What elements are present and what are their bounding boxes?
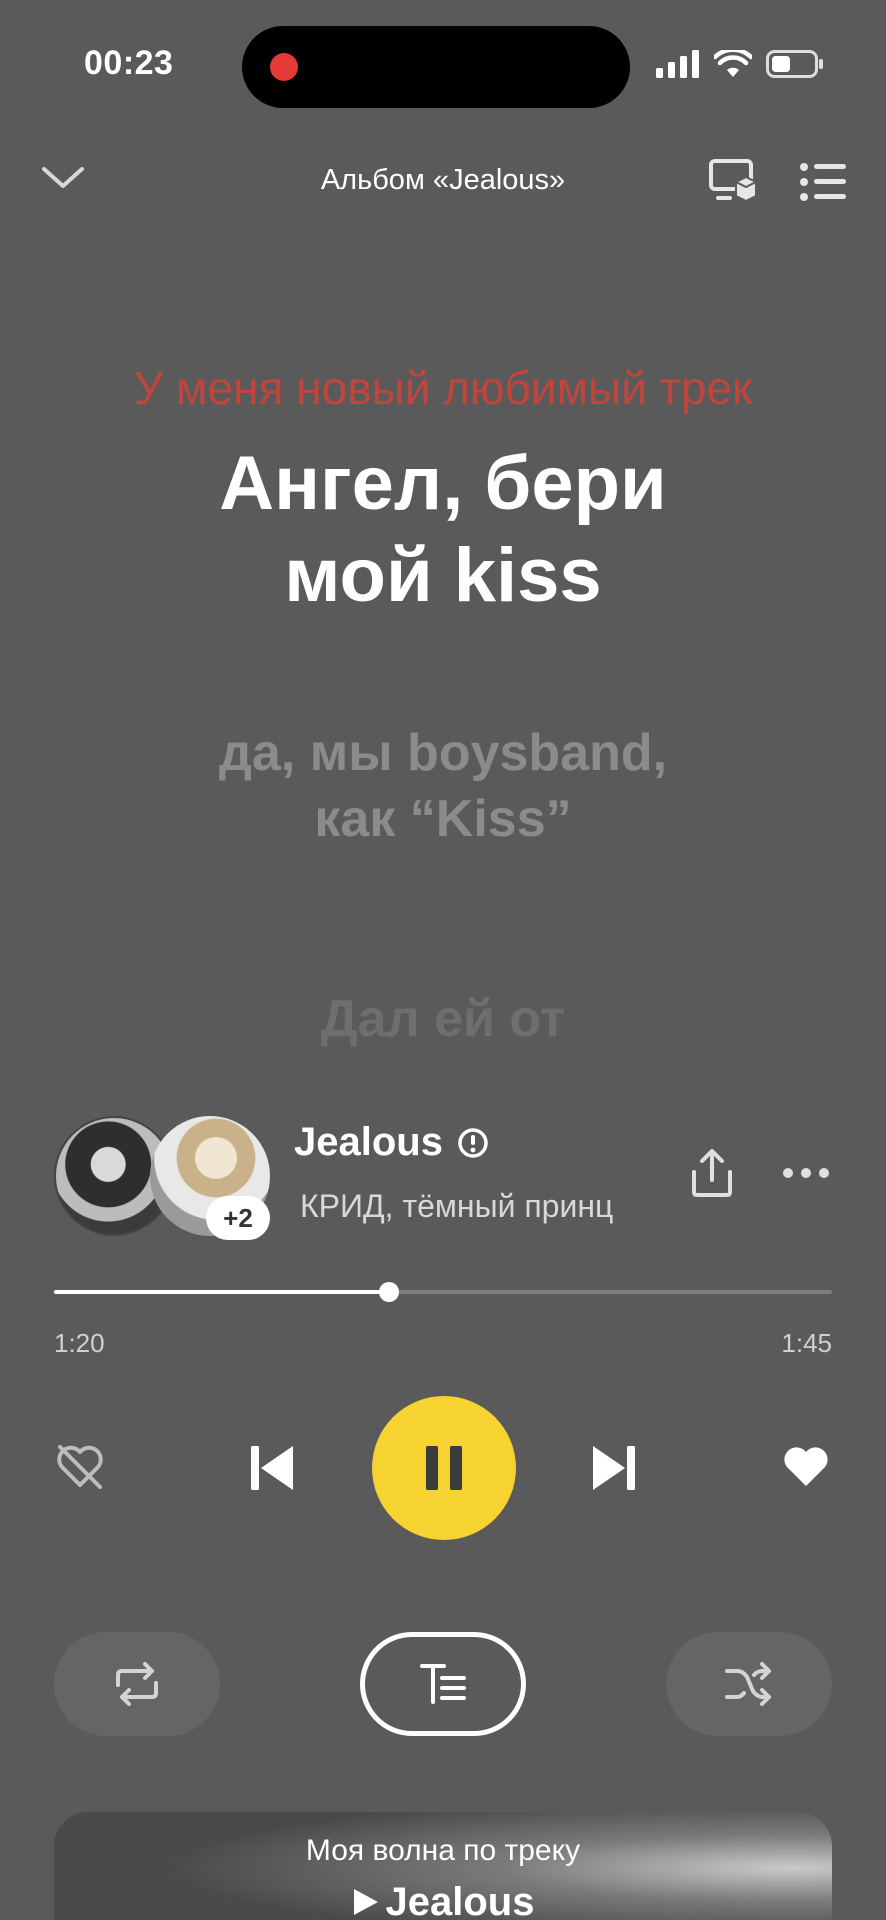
track-title-row[interactable]: Jealous	[294, 1120, 489, 1165]
like-button[interactable]	[776, 1436, 836, 1496]
lyrics-current-line-2: мой kiss	[284, 533, 602, 618]
next-icon	[593, 1446, 635, 1490]
my-wave-play-row[interactable]: Jealous	[54, 1880, 832, 1920]
pause-icon	[426, 1446, 462, 1490]
my-wave-title: Моя волна по треку	[305, 1834, 581, 1867]
dislike-button[interactable]	[50, 1436, 110, 1496]
previous-icon	[251, 1446, 293, 1490]
info-circle-icon	[458, 1127, 488, 1158]
lyrics-next-line-1: да, мы boysband,	[218, 724, 668, 782]
shuffle-icon	[725, 1662, 771, 1706]
pause-button[interactable]	[372, 1396, 516, 1540]
progress-slider[interactable]	[54, 1282, 832, 1302]
repeat-button[interactable]	[54, 1632, 220, 1736]
recording-indicator-icon	[270, 53, 298, 81]
more-button[interactable]	[782, 1166, 830, 1184]
my-wave-track: Jealous	[385, 1880, 535, 1920]
dislike-icon	[57, 1445, 103, 1489]
heart-icon	[784, 1447, 828, 1486]
my-wave-card[interactable]: Моя волна по треку Jealous	[54, 1812, 832, 1920]
shuffle-button[interactable]	[666, 1632, 832, 1736]
time-total: 1:45	[781, 1328, 832, 1358]
track-title: Jealous	[294, 1120, 443, 1164]
share-button[interactable]	[690, 1148, 734, 1203]
repeat-icon	[116, 1662, 158, 1706]
wifi-icon	[714, 50, 752, 77]
lyrics-icon	[420, 1664, 466, 1704]
share-icon	[692, 1149, 732, 1197]
more-artists-badge[interactable]: +2	[206, 1196, 270, 1240]
play-icon	[353, 1889, 378, 1915]
queue-icon	[800, 163, 846, 201]
progress-handle[interactable]	[378, 1282, 399, 1302]
track-artists[interactable]: ЕГОР КРИД, тёмный принц	[294, 1188, 662, 1225]
more-icon	[783, 1168, 829, 1178]
progress-fill	[54, 1290, 389, 1294]
device-button[interactable]	[708, 158, 758, 209]
queue-button[interactable]	[800, 162, 846, 207]
lyrics-current-line-1: Ангел, бери	[219, 441, 667, 526]
time-elapsed: 1:20	[54, 1328, 105, 1358]
battery-icon	[766, 50, 823, 78]
device-icon	[709, 159, 757, 203]
lyrics-next-line[interactable]: да, мы boysband, как “Kiss”	[60, 720, 826, 852]
lyrics-overlay-caption: У меня новый любимый трек	[133, 362, 753, 414]
dynamic-island	[242, 26, 630, 108]
lyrics-next-line-2: как “Kiss”	[314, 790, 572, 848]
cellular-signal-icon	[656, 50, 699, 78]
next-button[interactable]	[584, 1436, 644, 1500]
lyrics-toggle-button[interactable]	[360, 1632, 526, 1736]
status-time: 00:23	[84, 44, 174, 82]
previous-button[interactable]	[242, 1436, 302, 1500]
status-icons	[656, 50, 824, 78]
lyrics-current-line[interactable]: Ангел, бери мой kiss	[60, 438, 826, 622]
lyrics-upcoming-line[interactable]: Дал ей от	[60, 986, 826, 1060]
